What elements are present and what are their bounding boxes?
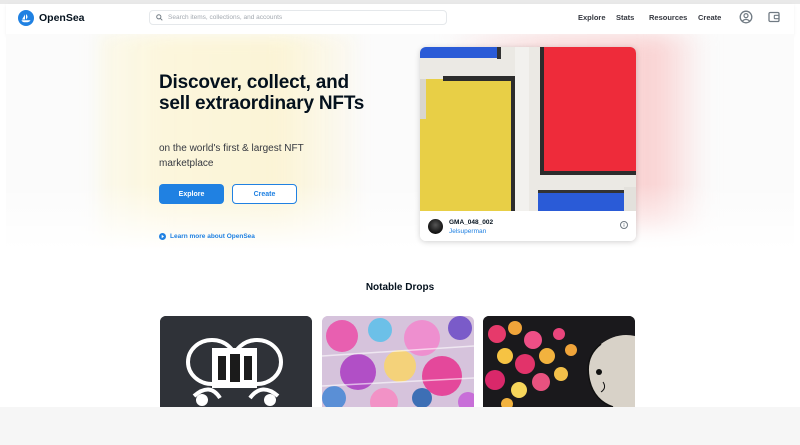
avatar[interactable] [428,219,443,234]
search-icon [156,14,163,21]
nft-name[interactable]: GMA_048_002 [449,219,493,226]
nav-explore[interactable]: Explore [578,13,606,22]
nav-stats[interactable]: Stats [616,13,634,22]
hero-title: Discover, collect, and sell extraordinar… [159,72,365,114]
page-bottom-margin [0,407,800,445]
drop-image-collage [322,316,474,407]
drop-image-sketch [160,316,312,407]
featured-nft-card[interactable]: GMA_048_002 Jelsuperman [420,47,636,241]
info-icon[interactable] [620,221,628,229]
notable-drop-card[interactable] [160,316,312,407]
learn-more-label: Learn more about OpenSea [170,233,255,240]
hero-background-fade [6,184,794,262]
learn-more-link[interactable]: Learn more about OpenSea [159,233,255,240]
logo-text: OpenSea [39,12,85,24]
logo[interactable]: OpenSea [18,10,85,26]
top-navbar: OpenSea Explore Stats Resources Create [6,4,794,35]
drop-image-bokeh-portrait [483,316,635,407]
notable-drop-card[interactable] [483,316,635,407]
wallet-icon[interactable] [767,10,781,24]
hero-section: Discover, collect, and sell extraordinar… [6,34,794,262]
featured-card-footer: GMA_048_002 Jelsuperman [420,211,636,241]
create-button[interactable]: Create [232,184,297,204]
nav-create[interactable]: Create [698,13,721,22]
opensea-logo-icon [18,10,34,26]
profile-icon[interactable] [739,10,753,24]
nav-resources[interactable]: Resources [649,13,687,22]
search-bar[interactable] [149,10,447,25]
search-input[interactable] [168,14,438,21]
creator-link[interactable]: Jelsuperman [449,228,486,235]
explore-button[interactable]: Explore [159,184,224,204]
notable-drops-heading: Notable Drops [365,282,435,293]
hero-subtitle: on the world's first & largest NFT marke… [159,143,304,169]
play-circle-icon [159,233,166,240]
featured-nft-image [420,47,636,211]
notable-drop-card[interactable] [322,316,474,407]
